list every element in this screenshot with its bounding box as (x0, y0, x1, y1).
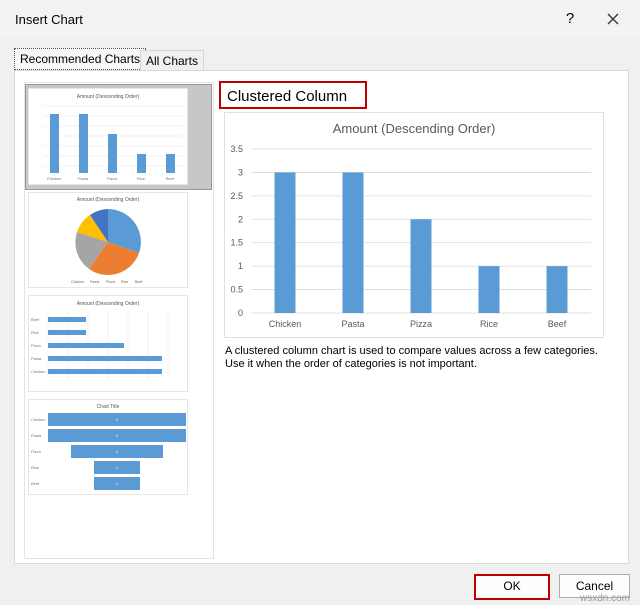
ok-button[interactable]: OK (474, 574, 550, 600)
dialog-title: Insert Chart (15, 12, 83, 27)
thumb-column-title: Amount (Descending Order) (77, 94, 140, 100)
title-bar: Insert Chart ? (0, 0, 640, 38)
tab-recommended-charts[interactable]: Recommended Charts (14, 48, 147, 70)
svg-text:Pizza: Pizza (107, 176, 118, 181)
y-tick-label: 1 (238, 261, 243, 271)
thumb-pie-title: Amount (Descending Order) (77, 197, 140, 203)
y-tick-label: 0.5 (230, 285, 243, 295)
svg-text:Beef: Beef (31, 481, 40, 486)
chart-title: Amount (Descending Order) (333, 121, 496, 136)
svg-text:Beef: Beef (166, 176, 175, 181)
svg-text:Chicken: Chicken (31, 417, 45, 422)
y-tick-label: 1.5 (230, 238, 243, 248)
bar-chicken (274, 172, 296, 313)
thumbnail-funnel[interactable]: Chart Title ChickenPastaPizzaRiceBeef 33… (28, 399, 188, 495)
thumb-pie-legend-pizza: Pizza (106, 280, 115, 284)
svg-text:Pasta: Pasta (31, 356, 42, 361)
thumbnail-column[interactable]: Amount (Descending Order) Chicken Pasta Pi… (28, 88, 188, 185)
bar-beef (546, 266, 568, 313)
bar-pizza (410, 219, 432, 313)
chart-description-line-2: Use it when the order of categories is n… (225, 358, 477, 370)
y-tick-label: 0 (238, 308, 243, 318)
bar-pasta (342, 172, 364, 313)
selected-chart-name: Clustered Column (227, 88, 348, 105)
thumb-funnel-title: Chart Title (97, 404, 120, 410)
x-tick-label: Pasta (341, 319, 364, 329)
svg-text:Chicken: Chicken (47, 176, 61, 181)
thumb-pie-legend-chicken: Chicken (71, 280, 84, 284)
selected-chart-name-box: Clustered Column (219, 81, 367, 109)
svg-text:Pasta: Pasta (31, 433, 42, 438)
thumbnail-pie[interactable]: Amount (Descending Order) Chicken Pasta … (28, 192, 188, 288)
x-tick-label: Rice (480, 319, 498, 329)
y-tick-label: 3.5 (230, 144, 243, 154)
help-button[interactable]: ? (560, 8, 580, 30)
x-tick-label: Pizza (410, 319, 432, 329)
thumb-pie-legend-beef: Beef (135, 280, 142, 284)
y-tick-label: 2 (238, 214, 243, 224)
svg-text:Rice: Rice (31, 465, 40, 470)
svg-text:Chicken: Chicken (31, 369, 45, 374)
thumb-pie-legend-pasta: Pasta (90, 280, 99, 284)
close-icon[interactable] (600, 6, 626, 32)
y-tick-label: 2.5 (230, 191, 243, 201)
thumbnail-bar[interactable]: Amount (Descending Order) Beef Rice Pizza P… (28, 295, 188, 392)
svg-text:Pizza: Pizza (31, 343, 42, 348)
thumb-bar-title: Amount (Descending Order) (77, 301, 140, 307)
chart-description: A clustered column chart is used to comp… (225, 345, 625, 371)
thumb-pie-legend-rice: Rice (121, 280, 128, 284)
watermark: wsxdn.com (580, 593, 631, 604)
svg-text:Rice: Rice (31, 330, 40, 335)
y-tick-label: 3 (238, 167, 243, 177)
tab-all-charts[interactable]: All Charts (140, 50, 205, 71)
svg-text:Rice: Rice (137, 176, 146, 181)
chart-preview: Amount (Descending Order) 0 0.5 1 1.5 2 2.5 3 3… (224, 112, 604, 338)
svg-text:Beef: Beef (31, 317, 40, 322)
x-tick-label: Chicken (269, 319, 302, 329)
svg-text:Pasta: Pasta (78, 176, 89, 181)
bar-rice (478, 266, 500, 313)
svg-text:Pizza: Pizza (31, 449, 42, 454)
chart-description-line-1: A clustered column chart is used to comp… (225, 345, 598, 357)
x-tick-label: Beef (548, 319, 567, 329)
